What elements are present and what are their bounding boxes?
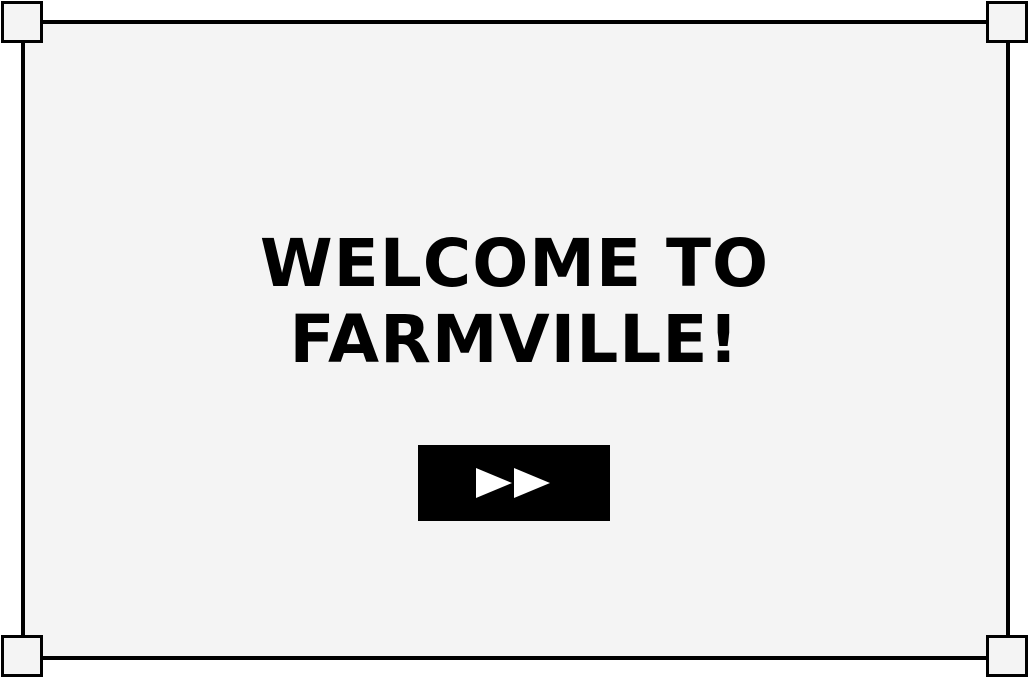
resize-handle-top-left[interactable] [1,1,43,43]
resize-handle-bottom-left[interactable] [1,635,43,677]
resize-handle-bottom-right[interactable] [986,635,1028,677]
start-button[interactable] [418,445,610,521]
welcome-title-line-1: WELCOME TO [259,225,770,302]
welcome-screen: WELCOME TO FARMVILLE! [0,0,1029,678]
welcome-title: WELCOME TO FARMVILLE! [0,226,1029,378]
welcome-title-line-2: FARMVILLE! [289,301,740,378]
resize-handle-top-right[interactable] [986,1,1028,43]
fast-forward-icon [476,468,550,498]
